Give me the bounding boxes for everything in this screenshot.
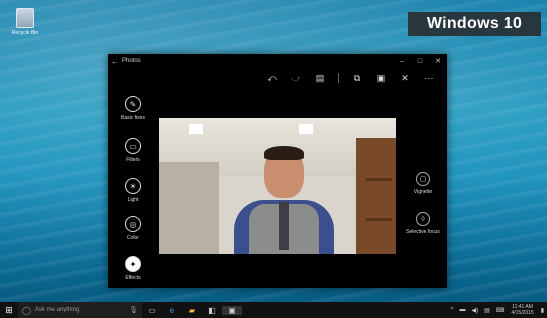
start-windows-icon[interactable]: ⊞ (0, 305, 18, 316)
window-title: Photos (122, 58, 141, 64)
edge-browser-icon[interactable]: e (162, 306, 182, 315)
title-bar: ← Photos – □ ✕ (108, 54, 447, 68)
microphone-icon[interactable]: 🎙 (129, 306, 138, 314)
photo-canvas[interactable] (159, 118, 396, 254)
subject-hair (264, 146, 304, 160)
tool-label: Effects (125, 275, 141, 281)
ceiling-light (299, 124, 313, 134)
filters-icon: ▭ (125, 138, 141, 154)
edit-toolbar: ⤺ ⤻ ▤ ⧉ ▣ ✕ ⋯ (108, 68, 447, 88)
compare-icon[interactable]: ▤ (308, 73, 332, 84)
cortana-circle-icon: ◯ (22, 305, 31, 315)
file-explorer-icon[interactable]: ▰ (182, 306, 202, 315)
photos-window: ← Photos – □ ✕ ⤺ ⤻ ▤ ⧉ ▣ ✕ ⋯ ✎ Basic fix… (108, 54, 447, 288)
cortana-search-box[interactable]: ◯ Ask me anything 🎙 (18, 302, 142, 318)
tool-vignette[interactable]: ▢ Vignette (406, 172, 440, 195)
minimize-button[interactable]: – (393, 58, 411, 65)
tool-label: Filters (126, 157, 140, 163)
ceiling-light (189, 124, 203, 134)
save-copy-icon[interactable]: ⧉ (345, 73, 369, 84)
notification-icon[interactable]: ▤ (484, 307, 490, 314)
clock[interactable]: 11:41 AM 4/15/2015 (511, 304, 533, 316)
windows-10-watermark: Windows 10 (408, 12, 541, 36)
tool-light[interactable]: ☀ Light (108, 178, 158, 203)
undo-icon[interactable]: ⤺ (260, 73, 284, 84)
action-center-icon[interactable]: ▮ (541, 307, 544, 314)
tool-color[interactable]: ◎ Color (108, 216, 158, 241)
system-tray: ^ ▬ ◀) ▤ ⌨ 11:41 AM 4/15/2015 ▮ (448, 304, 547, 316)
tool-selective-focus[interactable]: ◊ Selective focus (406, 212, 440, 235)
tool-label: Basic fixes (121, 115, 145, 121)
photo-wall (159, 162, 219, 254)
color-icon: ◎ (125, 216, 141, 232)
more-icon[interactable]: ⋯ (417, 73, 441, 84)
close-button[interactable]: ✕ (429, 57, 447, 65)
subject-tie (279, 202, 289, 250)
search-placeholder: Ask me anything (34, 307, 80, 313)
tool-effects[interactable]: ✦ Effects (108, 256, 158, 281)
recycle-bin-label: Recycle Bin (11, 30, 39, 36)
pen-icon: ✎ (125, 96, 141, 112)
tool-filters[interactable]: ▭ Filters (108, 138, 158, 163)
keyboard-icon[interactable]: ⌨ (496, 307, 505, 314)
tool-label: Vignette (413, 189, 433, 195)
volume-icon[interactable]: ◀) (471, 307, 478, 314)
save-icon[interactable]: ▣ (369, 73, 393, 84)
cabinet-shelf (366, 218, 392, 221)
recycle-bin-desktop-icon[interactable]: Recycle Bin (8, 8, 42, 36)
tool-basic-fixes[interactable]: ✎ Basic fixes (108, 96, 158, 121)
photo-cabinet (356, 138, 396, 254)
store-icon[interactable]: ◧ (202, 306, 222, 315)
vignette-icon: ▢ (416, 172, 430, 186)
light-icon: ☀ (125, 178, 141, 194)
taskbar: ⊞ ◯ Ask me anything 🎙 ▭ e ▰ ◧ ▣ ^ ▬ ◀) ▤… (0, 302, 547, 318)
task-view-icon[interactable]: ▭ (142, 306, 162, 315)
chevron-up-icon[interactable]: ^ (451, 307, 454, 313)
toolbar-divider (338, 73, 339, 83)
cabinet-shelf (366, 178, 392, 181)
photos-app-icon[interactable]: ▣ (222, 305, 242, 315)
cancel-icon[interactable]: ✕ (393, 73, 417, 84)
back-arrow-icon[interactable]: ← (108, 57, 122, 66)
recycle-bin-icon (16, 8, 34, 28)
clock-date: 4/15/2015 (511, 310, 534, 316)
maximize-button[interactable]: □ (411, 58, 429, 65)
redo-icon[interactable]: ⤻ (284, 73, 308, 84)
network-icon[interactable]: ▬ (459, 307, 465, 313)
tool-label: Light (127, 197, 139, 203)
tool-label: Selective focus (406, 229, 440, 235)
effects-icon: ✦ (125, 256, 141, 272)
photo-subject (229, 146, 339, 254)
tool-label: Color (127, 235, 139, 241)
focus-icon: ◊ (416, 212, 430, 226)
